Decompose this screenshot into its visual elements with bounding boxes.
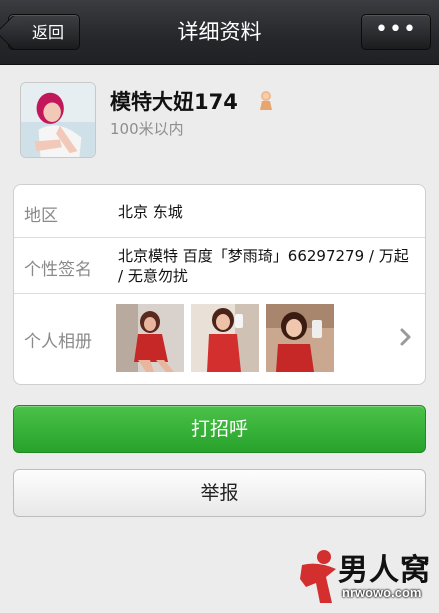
top-navigation-bar: 返回 详细资料 ••• [0, 0, 439, 65]
album-row[interactable]: 个人相册 [14, 294, 425, 384]
distance-text: 100米以内 [110, 120, 184, 138]
info-card: 地区 北京 东城 个性签名 北京模特 百度「梦雨琦」66297279 / 万起 … [13, 184, 426, 385]
album-label: 个人相册 [24, 332, 92, 352]
greet-button[interactable]: 打招呼 [13, 405, 426, 453]
album-photo[interactable] [116, 304, 184, 372]
region-label: 地区 [24, 206, 58, 226]
watermark-logo-icon [300, 550, 336, 603]
avatar[interactable] [20, 82, 96, 158]
report-button[interactable]: 举报 [13, 469, 426, 517]
back-button-label: 返回 [31, 23, 64, 42]
signature-row: 个性签名 北京模特 百度「梦雨琦」66297279 / 万起 / 无意勿扰 [14, 238, 425, 294]
signature-value: 北京模特 百度「梦雨琦」66297279 / 万起 / 无意勿扰 [118, 247, 409, 285]
chevron-right-icon [400, 328, 411, 346]
female-icon [260, 91, 272, 110]
more-options-button[interactable]: ••• [361, 14, 431, 50]
region-row: 地区 北京 东城 [14, 185, 425, 238]
nickname: 模特大妞174 [110, 90, 238, 114]
signature-label: 个性签名 [24, 260, 92, 280]
album-photo[interactable] [191, 304, 259, 372]
watermark-url: nrwowo.com [342, 585, 422, 600]
watermark: 男人窝 nrwowo.com [296, 545, 436, 609]
back-button[interactable]: 返回 [8, 14, 80, 50]
page-title: 详细资料 [177, 20, 262, 44]
region-value: 北京 东城 [118, 203, 183, 221]
watermark-title: 男人窝 [338, 553, 431, 588]
profile-header: 模特大妞174 100米以内 [20, 80, 420, 164]
album-photo[interactable] [266, 304, 334, 372]
